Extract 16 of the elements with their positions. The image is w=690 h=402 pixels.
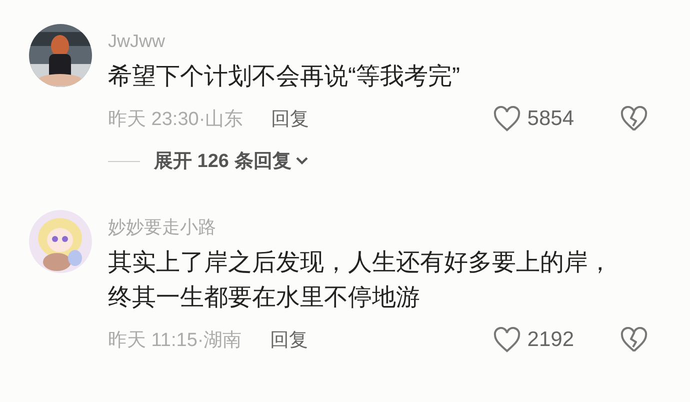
reply-button[interactable]: 回复 — [270, 327, 308, 353]
like-button[interactable]: 5854 — [493, 106, 574, 132]
broken-heart-icon — [620, 106, 648, 132]
reply-button[interactable]: 回复 — [271, 106, 310, 132]
heart-icon — [493, 327, 522, 353]
dislike-button[interactable] — [620, 327, 648, 353]
dislike-button[interactable] — [620, 106, 648, 132]
heart-icon — [493, 106, 522, 132]
comment-text: 希望下个计划不会再说“等我考完” — [108, 62, 461, 92]
comment-time: 昨天 11:15·湖南 — [108, 329, 242, 353]
expand-replies-button[interactable]: 展开 126 条回复 — [154, 148, 310, 174]
comment-text: 其实上了岸之后发现，人生还有好多要上的岸，终其一生都要在水里不停地游 — [108, 248, 613, 313]
broken-heart-icon — [620, 327, 648, 353]
like-button[interactable]: 2192 — [493, 327, 574, 353]
comment-time: 昨天 23:30·山东 — [108, 108, 244, 132]
chevron-down-icon — [295, 156, 310, 166]
